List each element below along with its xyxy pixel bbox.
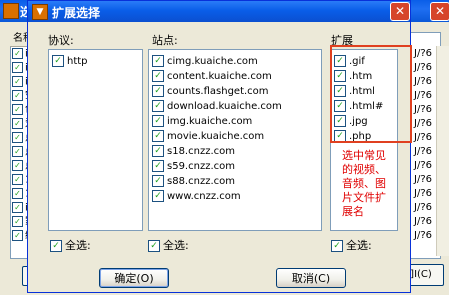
site-list[interactable]: ✓ cimg.kuaiche.com ✓ content.kuaiche.com ✓ co…: [148, 49, 322, 231]
checkbox-checked-icon: ✓: [12, 48, 23, 59]
app-icon: [3, 3, 19, 19]
checkbox-checked-icon: ✓: [12, 62, 23, 73]
background-close-button[interactable]: ✕: [430, 2, 449, 21]
checkbox-checked-icon: ✓: [152, 130, 164, 142]
site-select-all[interactable]: ✓ 全选:: [148, 237, 189, 253]
protocol-label: 协议:: [48, 34, 74, 47]
extension-select-all[interactable]: ✓ 全选:: [331, 237, 372, 253]
site-item[interactable]: ✓ download.kuaiche.com: [152, 100, 282, 113]
background-scrollbar[interactable]: [436, 46, 449, 256]
site-item[interactable]: ✓ s18.cnzz.com: [152, 145, 235, 158]
site-item[interactable]: ✓ movie.kuaiche.com: [152, 130, 264, 143]
site-item[interactable]: ✓ content.kuaiche.com: [152, 70, 272, 83]
checkbox-checked-icon: ✓: [152, 100, 164, 112]
app-icon: ▼: [32, 4, 48, 20]
cancel-button[interactable]: 取消(C): [276, 268, 346, 288]
checkbox-checked-icon: ✓: [12, 160, 23, 171]
checkbox-checked-icon: ✓: [12, 188, 23, 199]
highlight-frame: [330, 45, 412, 143]
checkbox-checked-icon: ✓: [152, 175, 164, 187]
background-right-column-cell: J/?6: [414, 174, 432, 185]
checkbox-checked-icon: ✓: [50, 240, 62, 252]
background-right-column-cell: J/?6: [414, 90, 432, 101]
background-right-column-cell: J/?6: [414, 216, 432, 227]
checkbox-checked-icon: ✓: [12, 76, 23, 87]
background-right-column-cell: J/?6: [414, 104, 432, 115]
checkbox-checked-icon: ✓: [12, 202, 23, 213]
checkbox-checked-icon: ✓: [152, 115, 164, 127]
checkbox-checked-icon: ✓: [152, 145, 164, 157]
background-right-column-cell: J/?6: [414, 76, 432, 87]
background-right-column-cell: J/?6: [414, 62, 432, 73]
checkbox-checked-icon: ✓: [12, 104, 23, 115]
checkbox-checked-icon: ✓: [152, 85, 164, 97]
background-right-column-cell: J/?6: [414, 188, 432, 199]
ok-button[interactable]: 确定(O): [99, 268, 169, 288]
checkbox-checked-icon: ✓: [152, 55, 164, 67]
checkbox-checked-icon: ✓: [152, 190, 164, 202]
checkbox-checked-icon: ✓: [12, 230, 23, 241]
background-right-column-cell: J/?6: [414, 160, 432, 171]
checkbox-checked-icon: ✓: [152, 70, 164, 82]
site-item[interactable]: ✓ img.kuaiche.com: [152, 115, 252, 128]
background-right-column-cell: J/?6: [414, 202, 432, 213]
site-item[interactable]: ✓ cimg.kuaiche.com: [152, 55, 258, 68]
background-right-column-cell: J/?6: [414, 146, 432, 157]
protocol-item[interactable]: ✓ http: [52, 55, 88, 68]
checkbox-checked-icon: ✓: [12, 146, 23, 157]
site-item[interactable]: ✓ s88.cnzz.com: [152, 175, 235, 188]
checkbox-checked-icon: ✓: [12, 132, 23, 143]
checkbox-checked-icon: ✓: [52, 55, 64, 67]
dialog-title-bar: ▼ 扩展选择: [28, 1, 410, 22]
checkbox-checked-icon: ✓: [12, 216, 23, 227]
checkbox-checked-icon: ✓: [12, 118, 23, 129]
annotation-note: 选中常见的视频、音频、图片文件扩展名: [342, 149, 386, 218]
background-right-column-cell: J/?6: [414, 132, 432, 143]
site-item[interactable]: ✓ s59.cnzz.com: [152, 160, 235, 173]
dialog-title: 扩展选择: [52, 6, 101, 20]
protocol-list[interactable]: ✓ http: [48, 49, 143, 231]
background-right-column-cell: J/?6: [414, 48, 432, 59]
background-right-column-cell: J/?6: [414, 118, 432, 129]
checkbox-checked-icon: ✓: [331, 240, 343, 252]
checkbox-checked-icon: ✓: [152, 160, 164, 172]
protocol-select-all[interactable]: ✓ 全选:: [50, 237, 91, 253]
site-item[interactable]: ✓ www.cnzz.com: [152, 190, 241, 203]
checkbox-checked-icon: ✓: [148, 240, 160, 252]
extension-select-dialog: ▼ 扩展选择 ✕ 协议: 站点: 扩展 ✓ http ✓ cimg.kuaiche.…: [27, 0, 412, 293]
background-right-column-cell: J/?6: [414, 230, 432, 241]
dialog-close-button[interactable]: ✕: [390, 2, 410, 21]
site-item[interactable]: ✓ counts.flashget.com: [152, 85, 269, 98]
checkbox-checked-icon: ✓: [12, 174, 23, 185]
site-label: 站点:: [152, 34, 178, 47]
checkbox-checked-icon: ✓: [12, 90, 23, 101]
